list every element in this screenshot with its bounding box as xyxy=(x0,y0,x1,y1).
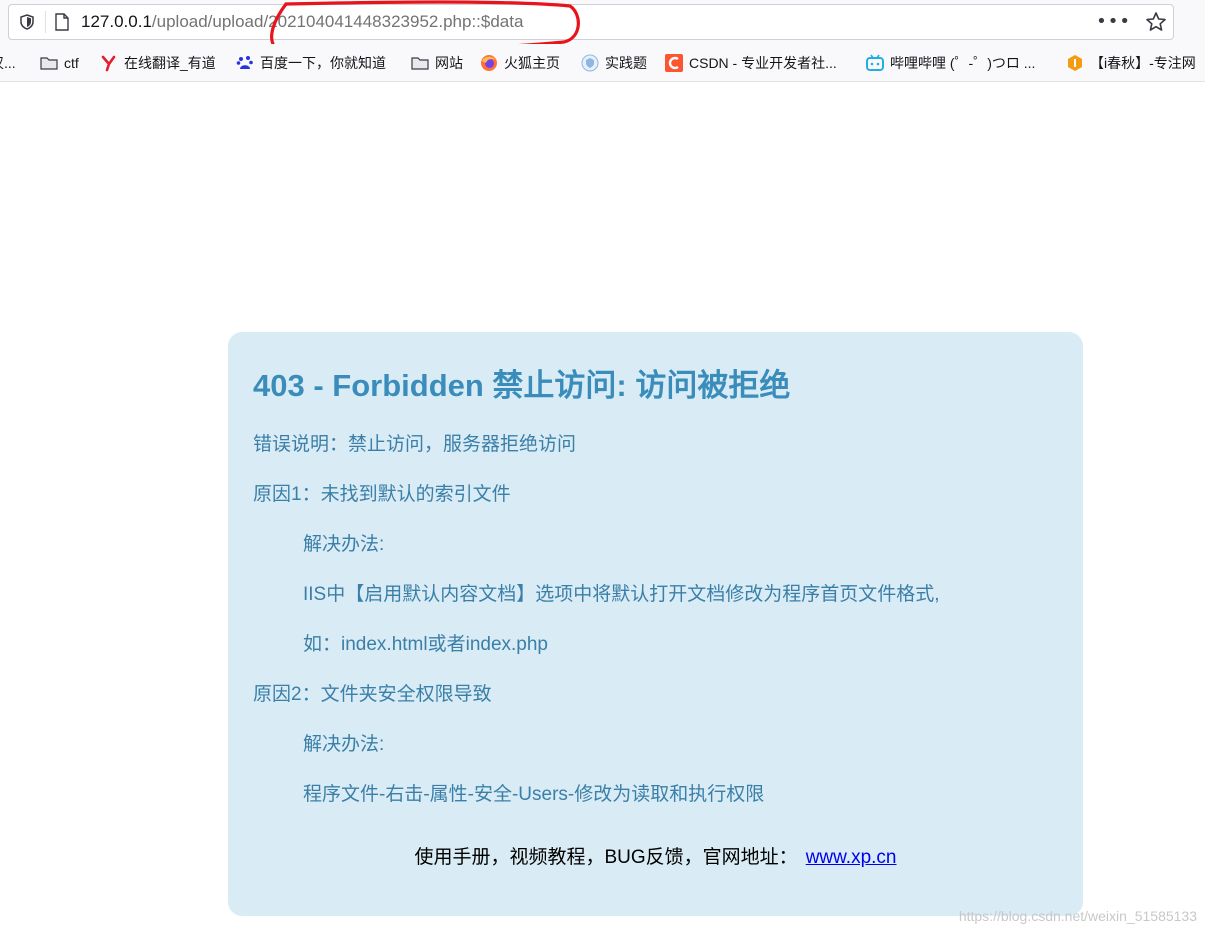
url-host: 127.0.0.1 xyxy=(81,12,152,31)
panel-footer: 使用手册，视频教程，BUG反馈，官网地址： www.xp.cn xyxy=(228,842,1083,869)
bookmark-label: 实践题 xyxy=(605,55,647,71)
error-panel: 403 - Forbidden 禁止访问: 访问被拒绝 错误说明：禁止访问，服务… xyxy=(228,332,1083,916)
bookmark-label: 火狐主页 xyxy=(504,55,560,71)
page-actions-menu-icon[interactable]: ••• xyxy=(1096,11,1131,32)
youdao-icon xyxy=(101,55,116,72)
csdn-icon xyxy=(665,54,683,72)
tracking-protection-icon[interactable] xyxy=(19,14,35,30)
url-text[interactable]: 127.0.0.1/upload/upload/2021040414483239… xyxy=(81,11,523,33)
bookmark-label: 在线翻译_有道 xyxy=(124,55,216,71)
watermark: https://blog.csdn.net/weixin_51585133 xyxy=(958,908,1197,924)
bookmark-label: 【i春秋】-专注网 xyxy=(1090,55,1196,71)
bookmark-item[interactable]: 火狐主页 xyxy=(480,53,560,73)
bookmark-item[interactable]: 在线翻译_有道 xyxy=(100,53,216,73)
bookmark-item[interactable]: 实践题 xyxy=(581,53,647,73)
bookmark-label: 哔哩哔哩 (゜-゜)つロ ... xyxy=(890,55,1036,71)
bookmark-item[interactable]: ctf xyxy=(40,53,79,73)
folder-icon xyxy=(40,57,58,70)
url-path: /upload/upload/202104041448323952.php::$… xyxy=(151,12,524,31)
error-title: 403 - Forbidden 禁止访问: 访问被拒绝 xyxy=(253,368,791,403)
bookmark-item[interactable]: 汉... xyxy=(0,53,16,73)
bookmarks-bar: 汉... ctf 在线翻译_有道 百度一下，你就知道 网站 火狐主页 实践题 xyxy=(0,44,1205,82)
bookmark-item[interactable]: CSDN - 专业开发者社... xyxy=(665,53,837,73)
solution-2-label: 解决办法: xyxy=(303,734,385,755)
bookmark-item[interactable]: 网站 xyxy=(411,53,463,73)
bookmark-item[interactable]: 百度一下，你就知道 xyxy=(236,53,386,73)
url-bar[interactable]: 127.0.0.1/upload/upload/2021040414483239… xyxy=(8,4,1174,40)
page-icon[interactable] xyxy=(55,13,69,31)
reason-2: 原因2：文件夹安全权限导致 xyxy=(253,684,492,705)
error-description: 错误说明：禁止访问，服务器拒绝访问 xyxy=(253,434,577,455)
shield-badge-icon xyxy=(581,54,599,72)
official-site-link[interactable]: www.xp.cn xyxy=(806,847,897,868)
solution-1-label: 解决办法: xyxy=(303,534,385,555)
bilibili-icon xyxy=(866,54,884,71)
folder-icon xyxy=(411,57,429,70)
browser-toolbar: 127.0.0.1/upload/upload/2021040414483239… xyxy=(0,0,1205,52)
bookmark-item[interactable]: 哔哩哔哩 (゜-゜)つロ ... xyxy=(866,53,1035,73)
bookmark-item[interactable]: 【i春秋】-专注网 xyxy=(1066,53,1196,73)
bookmark-label: 汉... xyxy=(0,55,16,71)
solution-1-example: 如：index.html或者index.php xyxy=(303,634,548,655)
solution-1-text: IIS中【启用默认内容文档】选项中将默认打开文档修改为程序首页文件格式, xyxy=(303,584,940,605)
bookmark-star-icon[interactable] xyxy=(1145,11,1167,33)
bookmark-label: 百度一下，你就知道 xyxy=(260,55,386,71)
baidu-icon xyxy=(236,56,253,69)
bookmark-label: CSDN - 专业开发者社... xyxy=(689,55,837,71)
bookmark-label: ctf xyxy=(64,55,79,71)
url-separator xyxy=(45,11,46,33)
ichunqiu-icon xyxy=(1068,55,1082,71)
firefox-icon xyxy=(481,55,497,71)
footer-text: 使用手册，视频教程，BUG反馈，官网地址： xyxy=(414,847,798,868)
solution-2-text: 程序文件-右击-属性-安全-Users-修改为读取和执行权限 xyxy=(303,784,765,805)
reason-1: 原因1：未找到默认的索引文件 xyxy=(253,484,511,505)
bookmark-label: 网站 xyxy=(435,55,463,71)
